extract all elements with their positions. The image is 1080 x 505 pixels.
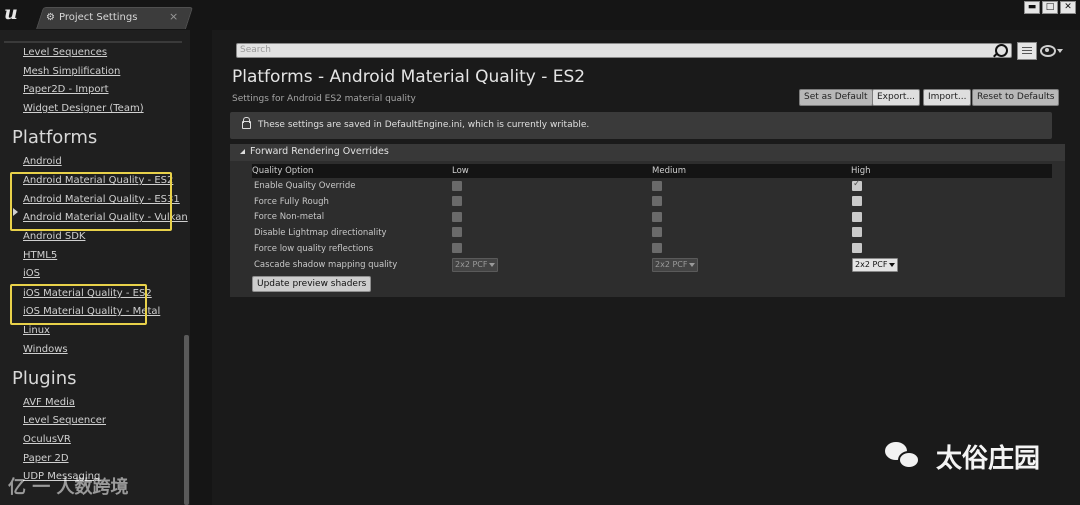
sidebar-item-android[interactable]: Android [23,156,62,167]
sidebar-item-mesh-simplification[interactable]: Mesh Simplification [23,66,120,77]
forward-rendering-section: Forward Rendering Overrides Quality Opti… [230,144,1065,297]
sidebar-item-paper2d-import[interactable]: Paper2D - Import [23,84,109,95]
section-title: Forward Rendering Overrides [250,146,389,157]
checkbox-medium-disable-lightmap[interactable] [652,227,662,237]
checkbox-low-reflections[interactable] [452,243,462,253]
chevron-down-icon [889,262,896,267]
reset-to-defaults-button[interactable]: Reset to Defaults [972,89,1060,106]
row-label-enable-override: Enable Quality Override [254,181,356,191]
page-subtitle: Settings for Android ES2 material qualit… [232,94,416,104]
chevron-down-icon [689,262,696,267]
checkbox-medium-reflections[interactable] [652,243,662,253]
search-input[interactable]: Search [236,43,1012,58]
android-highlight-box [10,172,172,231]
sidebar-divider [4,41,182,43]
checkbox-medium-force-non-metal[interactable] [652,212,662,222]
row-label-disable-lightmap: Disable Lightmap directionality [254,228,387,238]
checkbox-low-force-fully-rough[interactable] [452,196,462,206]
row-label-force-fully-rough: Force Fully Rough [254,197,329,207]
row-label-low-quality-reflections: Force low quality reflections [254,244,374,254]
title-bar: u ⚙ Project Settings × ▬ □ ✕ [0,0,1080,30]
unlock-icon [242,117,251,129]
row-label-force-non-metal: Force Non-metal [254,212,325,222]
column-medium: Medium [652,166,686,176]
watermark-left: 亿 一 人数跨境 [8,477,129,498]
checkbox-high-reflections[interactable] [852,243,862,253]
dropdown-value: 2x2 PCF [855,260,888,269]
column-quality-option: Quality Option [252,166,314,176]
chevron-down-icon[interactable] [1057,49,1063,53]
search-placeholder: Search [240,45,271,55]
settings-main-panel: Search Platforms - Android Material Qual… [212,30,1080,505]
sidebar-scrollbar[interactable] [184,335,189,505]
minimize-button[interactable]: ▬ [1024,1,1040,14]
dropdown-value: 2x2 PCF [655,260,688,269]
grid-view-button[interactable] [1017,42,1037,60]
sidebar-item-widget-designer[interactable]: Widget Designer (Team) [23,103,144,114]
checkbox-low-enable-override[interactable] [452,181,462,191]
unreal-logo: u [4,2,18,24]
search-icon[interactable] [995,44,1008,57]
wechat-icon-bubble [898,451,920,469]
window-controls: ▬ □ ✕ [1024,1,1076,14]
dropdown-low-cascade-shadow[interactable]: 2x2 PCF [452,258,499,272]
tab-close-icon[interactable]: × [169,10,178,23]
tab-label: Project Settings [59,12,138,23]
sidebar-item-level-sequences[interactable]: Level Sequences [23,47,107,58]
checkbox-medium-enable-override[interactable] [652,181,662,191]
settings-sidebar: Level Sequences Mesh Simplification Pape… [0,30,190,505]
dropdown-medium-cascade-shadow[interactable]: 2x2 PCF [652,258,699,272]
checkbox-high-enable-override[interactable]: ✓ [852,179,862,191]
chevron-down-icon [489,262,496,267]
checkbox-high-disable-lightmap[interactable] [852,227,862,237]
checkbox-high-force-fully-rough[interactable] [852,196,862,206]
sidebar-item-windows[interactable]: Windows [23,344,68,355]
collapse-caret-icon[interactable] [240,149,245,154]
update-preview-shaders-button[interactable]: Update preview shaders [252,276,372,292]
plugins-heading: Plugins [12,368,77,389]
settings-gear-icon: ⚙ [46,12,55,23]
sidebar-item-level-sequencer[interactable]: Level Sequencer [23,415,106,426]
checkbox-low-force-non-metal[interactable] [452,212,462,222]
checkbox-medium-force-fully-rough[interactable] [652,196,662,206]
sidebar-item-oculusvr[interactable]: OculusVR [23,434,71,445]
ios-highlight-box [10,284,147,325]
table-header: Quality Option Low Medium High [252,164,1052,178]
column-high: High [851,166,871,176]
eye-icon[interactable] [1040,45,1056,57]
checkbox-low-disable-lightmap[interactable] [452,227,462,237]
sidebar-item-paper-2d[interactable]: Paper 2D [23,453,69,464]
export-button[interactable]: Export... [872,89,921,106]
set-as-default-button[interactable]: Set as Default [799,89,873,106]
config-notice: These settings are saved in DefaultEngin… [230,112,1052,139]
checkmark-icon: ✓ [853,179,861,189]
platforms-heading: Platforms [12,127,98,148]
dropdown-high-cascade-shadow[interactable]: 2x2 PCF [852,258,899,272]
checkbox-high-force-non-metal[interactable] [852,212,862,222]
section-header[interactable]: Forward Rendering Overrides [230,144,1065,161]
import-button[interactable]: Import... [923,89,972,106]
panel-splitter[interactable] [190,30,212,505]
row-label-cascade-shadow: Cascade shadow mapping quality [254,260,398,270]
sidebar-item-linux[interactable]: Linux [23,325,50,336]
dropdown-value: 2x2 PCF [455,260,488,269]
sidebar-item-html5[interactable]: HTML5 [23,250,57,261]
watermark-text: 太俗庄园 [936,444,1041,474]
sidebar-item-ios[interactable]: iOS [23,268,40,279]
sidebar-item-android-sdk[interactable]: Android SDK [23,231,85,242]
notice-text: These settings are saved in DefaultEngin… [258,120,590,130]
page-title: Platforms - Android Material Quality - E… [232,67,586,87]
maximize-button[interactable]: □ [1042,1,1058,14]
sidebar-item-avf-media[interactable]: AVF Media [23,397,75,408]
tab-project-settings[interactable]: ⚙ Project Settings × [42,9,180,28]
column-low: Low [452,166,469,176]
close-button[interactable]: ✕ [1060,1,1076,14]
